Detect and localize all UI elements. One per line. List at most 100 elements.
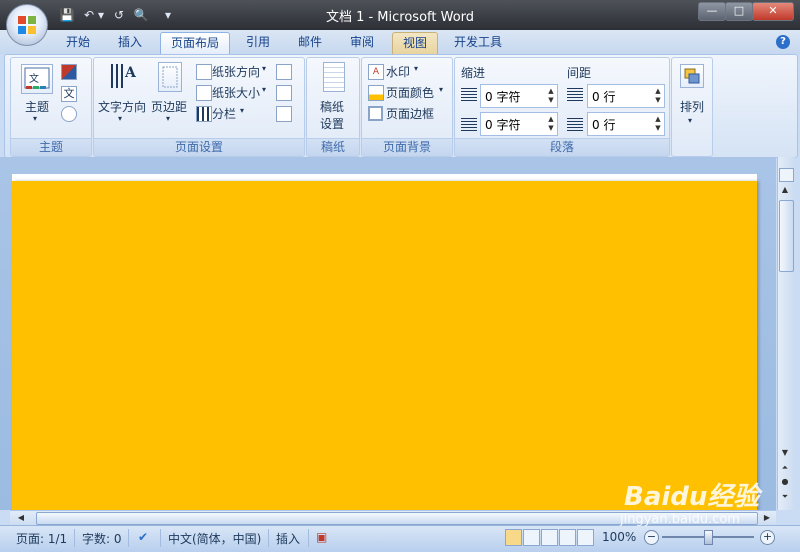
status-divider [308, 529, 309, 547]
draft-view-icon[interactable] [577, 529, 594, 546]
page-count[interactable]: 页面: 1/1 [16, 530, 67, 547]
watermark-dropdown-icon[interactable]: ▾ [414, 64, 418, 73]
full-screen-reading-view-icon[interactable] [523, 529, 540, 546]
text-direction-dropdown-icon[interactable]: ▾ [118, 114, 122, 123]
tab-review[interactable]: 审阅 [340, 32, 384, 53]
manuscript-settings-line2[interactable]: 设置 [320, 115, 344, 132]
macro-record-icon[interactable]: ▣ [316, 530, 327, 544]
paragraph-group: 缩进 间距 0 字符 ▲ ▼ 0 字符 ▲ ▼ 0 行 ▲ ▼ 0 行 ▲ ▼ … [454, 57, 670, 157]
indent-right-value: 0 字符 [485, 118, 521, 132]
zoom-in-icon[interactable]: + [760, 530, 775, 545]
status-divider [268, 529, 269, 547]
indent-label: 缩进 [461, 66, 486, 80]
outline-view-icon[interactable] [559, 529, 576, 546]
zoom-out-icon[interactable]: − [644, 530, 659, 545]
theme-colors-icon[interactable] [61, 64, 77, 80]
columns-button[interactable]: 分栏 [212, 105, 236, 122]
paper-size-icon [196, 85, 212, 101]
indent-left-up-icon[interactable]: ▲ [547, 87, 555, 96]
maximize-button[interactable]: □ [725, 2, 753, 21]
window-title: 文档 1 - Microsoft Word [325, 10, 475, 25]
themes-dropdown-icon[interactable]: ▾ [33, 114, 37, 123]
spacing-before-down-icon[interactable]: ▼ [654, 96, 662, 105]
orientation-button[interactable]: 纸张方向 [212, 63, 260, 80]
indent-right-input[interactable]: 0 字符 ▲ ▼ [480, 112, 558, 136]
spacing-after-input[interactable]: 0 行 ▲ ▼ [587, 112, 665, 136]
paper-size-dropdown-icon[interactable]: ▾ [262, 85, 266, 94]
indent-left-input[interactable]: 0 字符 ▲ ▼ [480, 84, 558, 108]
tab-page-layout[interactable]: 页面布局 [160, 32, 230, 54]
office-logo-icon [18, 16, 36, 34]
text-direction-button[interactable]: 文字方向 [98, 98, 146, 115]
scroll-left-icon[interactable]: ◀ [14, 512, 28, 524]
theme-fonts-icon[interactable]: 文 [61, 86, 77, 102]
page-color-button[interactable]: 页面颜色 [386, 84, 434, 101]
vertical-scroll-thumb[interactable] [779, 200, 794, 272]
themes-icon: 文 [21, 64, 53, 94]
scroll-up-icon[interactable]: ▲ [778, 184, 792, 196]
office-button[interactable] [6, 4, 48, 46]
help-icon[interactable]: ? [776, 35, 790, 49]
insert-mode-indicator[interactable]: 插入 [276, 530, 300, 547]
spacing-before-input[interactable]: 0 行 ▲ ▼ [587, 84, 665, 108]
page-setup-group: A 文字方向 ▾ 页边距 ▾ 纸张方向 ▾ 纸张大小 ▾ 分栏 ▾ ↘ 页面设置 [93, 57, 305, 157]
tab-references[interactable]: 引用 [236, 32, 280, 53]
baidu-watermark: Baidu经验 jingyan.baidu.com [618, 460, 793, 530]
margins-button[interactable]: 页边距 [151, 98, 187, 115]
manuscript-group-label: 稿纸 [307, 138, 359, 156]
hyphenation-icon[interactable] [276, 106, 292, 122]
page-color-dropdown-icon[interactable]: ▾ [439, 85, 443, 94]
indent-right-down-icon[interactable]: ▼ [547, 124, 555, 133]
tab-insert[interactable]: 插入 [108, 32, 152, 53]
page-setup-group-label: 页面设置 [94, 138, 304, 156]
spacing-before-up-icon[interactable]: ▲ [654, 87, 662, 96]
language-indicator[interactable]: 中文(简体，中国) [168, 530, 261, 547]
spacing-after-up-icon[interactable]: ▲ [654, 115, 662, 124]
indent-left-icon [461, 88, 477, 102]
paper-size-button[interactable]: 纸张大小 [212, 84, 260, 101]
print-layout-view-icon[interactable] [505, 529, 522, 546]
word-count[interactable]: 字数: 0 [82, 530, 122, 547]
web-layout-view-icon[interactable] [541, 529, 558, 546]
themes-group: 文 主题 ▾ 文 主题 [10, 57, 92, 157]
orientation-dropdown-icon[interactable]: ▾ [262, 64, 266, 73]
spacing-after-down-icon[interactable]: ▼ [654, 124, 662, 133]
breaks-icon[interactable] [276, 64, 292, 80]
watermark-icon: A [368, 64, 384, 80]
close-button[interactable]: ✕ [752, 2, 794, 21]
columns-icon [196, 106, 212, 122]
proofing-icon[interactable]: ✔ [138, 530, 148, 544]
status-divider [74, 529, 75, 547]
themes-group-label: 主题 [11, 138, 91, 156]
manuscript-group: 稿纸 设置 稿纸 [306, 57, 360, 157]
zoom-slider-thumb[interactable] [704, 530, 713, 545]
indent-right-icon [461, 118, 477, 132]
spacing-label: 间距 [567, 66, 592, 80]
tab-view[interactable]: 视图 [392, 32, 438, 55]
margins-dropdown-icon[interactable]: ▾ [166, 114, 170, 123]
manuscript-icon [323, 62, 345, 92]
ruler-toggle-icon[interactable] [779, 168, 794, 182]
zoom-level[interactable]: 100% [602, 530, 636, 544]
minimize-button[interactable]: — [698, 2, 726, 21]
manuscript-settings-line1[interactable]: 稿纸 [320, 98, 344, 115]
tab-developer[interactable]: 开发工具 [444, 32, 512, 53]
watermark-button[interactable]: 水印 [386, 63, 410, 80]
tab-home[interactable]: 开始 [56, 32, 100, 53]
themes-button[interactable]: 主题 [21, 98, 53, 115]
scroll-down-icon[interactable]: ▼ [778, 447, 792, 459]
spacing-after-value: 0 行 [592, 118, 616, 132]
page-color-icon [368, 85, 384, 101]
page-borders-button[interactable]: 页面边框 [386, 105, 434, 122]
columns-dropdown-icon[interactable]: ▾ [240, 106, 244, 115]
indent-right-up-icon[interactable]: ▲ [547, 115, 555, 124]
arrange-dropdown-icon[interactable]: ▾ [688, 116, 692, 125]
svg-text:文: 文 [29, 72, 39, 85]
theme-effects-icon[interactable] [61, 106, 77, 122]
indent-left-down-icon[interactable]: ▼ [547, 96, 555, 105]
tab-mailings[interactable]: 邮件 [288, 32, 332, 53]
arrange-button[interactable]: 排列 [680, 98, 704, 115]
line-numbers-icon[interactable] [276, 85, 292, 101]
margins-icon [158, 62, 182, 92]
page-background-group-label: 页面背景 [362, 138, 452, 156]
